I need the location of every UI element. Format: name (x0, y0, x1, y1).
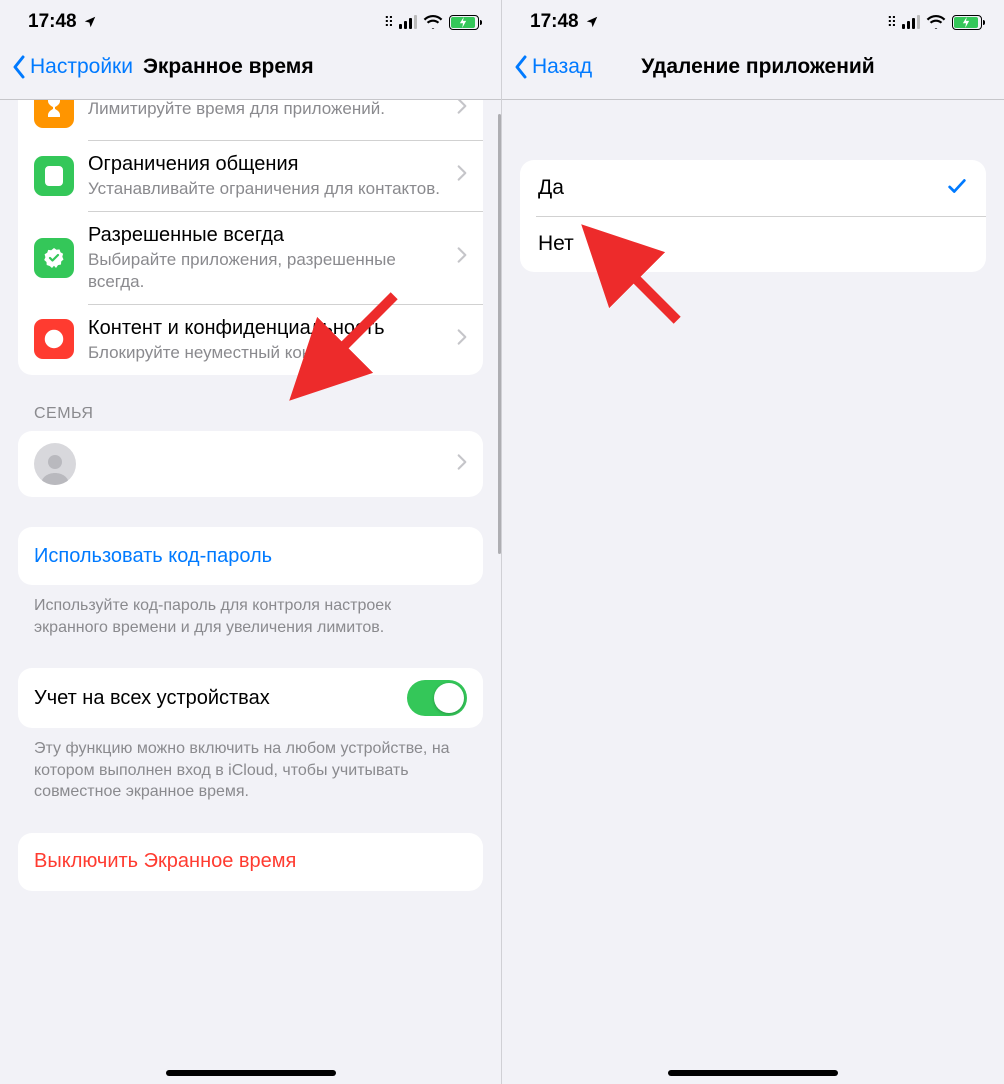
checkbadge-icon (34, 238, 74, 278)
content-privacy-row[interactable]: Контент и конфиденциальность Блокируйте … (18, 304, 483, 375)
home-indicator (668, 1070, 838, 1076)
wifi-icon (926, 15, 946, 29)
row-title: Контент и конфиденциальность (88, 316, 447, 341)
chevron-left-icon (514, 55, 528, 79)
location-icon (83, 15, 97, 29)
battery-icon (449, 15, 479, 30)
row-title: Учет на всех устройствах (34, 686, 407, 711)
location-icon (585, 15, 599, 29)
content: Да Нет (502, 100, 1004, 1084)
options-group: Да Нет (520, 160, 986, 272)
row-title: Использовать код-пароль (34, 544, 467, 569)
option-label: Нет (538, 231, 968, 257)
all-devices-group: Учет на всех устройствах (18, 668, 483, 728)
battery-icon (952, 15, 982, 30)
app-limits-sub: Лимитируйте время для приложений. (88, 100, 447, 119)
row-title: Разрешенные всегда (88, 223, 447, 248)
page-title: Экранное время (143, 55, 314, 79)
share-across-devices-row[interactable]: Учет на всех устройствах (18, 668, 483, 728)
app-limits-row[interactable]: Лимитируйте время для приложений. (18, 100, 483, 140)
dual-sim-icon: ⠿ (384, 14, 392, 31)
communication-limits-row[interactable]: Ограничения общения Устанавливайте огран… (18, 140, 483, 211)
back-label: Настройки (30, 55, 133, 79)
delete-apps-screen: 17:48 ⠿ Назад Удаление приложений Да Не (502, 0, 1004, 1084)
checkmark-icon (946, 175, 968, 202)
row-sub: Устанавливайте ограничения для контактов… (88, 178, 447, 199)
row-title: Выключить Экранное время (34, 849, 467, 874)
cellular-icon (902, 15, 920, 29)
family-section-header: СЕМЬЯ (0, 375, 501, 431)
option-label: Да (538, 175, 946, 201)
status-time: 17:48 (530, 11, 579, 33)
status-bar: 17:48 ⠿ (502, 0, 1004, 44)
toggle-switch[interactable] (407, 680, 467, 716)
home-indicator (166, 1070, 336, 1076)
option-yes-row[interactable]: Да (520, 160, 986, 216)
chevron-right-icon (457, 453, 467, 476)
content: Лимитируйте время для приложений. Ограни… (0, 100, 501, 1084)
cellular-icon (399, 15, 417, 29)
family-group (18, 431, 483, 497)
chevron-right-icon (457, 100, 467, 120)
row-sub: Выбирайте приложения, разрешенные всегда… (88, 249, 447, 292)
wifi-icon (423, 15, 443, 29)
back-button[interactable]: Назад (510, 55, 592, 79)
option-no-row[interactable]: Нет (520, 216, 986, 272)
navigation-bar: Настройки Экранное время (0, 44, 501, 100)
chevron-right-icon (457, 246, 467, 269)
back-button[interactable]: Настройки (8, 55, 133, 79)
use-passcode-row[interactable]: Использовать код-пароль (18, 527, 483, 585)
scroll-indicator (498, 114, 501, 554)
turn-off-screen-time-row[interactable]: Выключить Экранное время (18, 833, 483, 891)
chevron-right-icon (457, 164, 467, 187)
status-time: 17:48 (28, 11, 77, 33)
passcode-footer: Используйте код-пароль для контроля наст… (0, 585, 501, 638)
contact-icon (34, 156, 74, 196)
no-symbol-icon (34, 319, 74, 359)
hourglass-icon (34, 100, 74, 128)
chevron-left-icon (12, 55, 26, 79)
always-allowed-row[interactable]: Разрешенные всегда Выбирайте приложения,… (18, 211, 483, 304)
limits-group: Лимитируйте время для приложений. Ограни… (18, 100, 483, 375)
chevron-right-icon (457, 328, 467, 351)
screen-time-screen: 17:48 ⠿ Настройки Экранное время Лимит (0, 0, 502, 1084)
row-sub: Блокируйте неуместный контент. (88, 342, 447, 363)
navigation-bar: Назад Удаление приложений (502, 44, 1004, 100)
dual-sim-icon: ⠿ (887, 14, 895, 31)
passcode-group: Использовать код-пароль (18, 527, 483, 585)
avatar-icon (34, 443, 76, 485)
row-title: Ограничения общения (88, 152, 447, 177)
status-bar: 17:48 ⠿ (0, 0, 501, 44)
back-label: Назад (532, 55, 592, 79)
family-member-row[interactable] (18, 431, 483, 497)
turn-off-group: Выключить Экранное время (18, 833, 483, 891)
all-devices-footer: Эту функцию можно включить на любом устр… (0, 728, 501, 803)
